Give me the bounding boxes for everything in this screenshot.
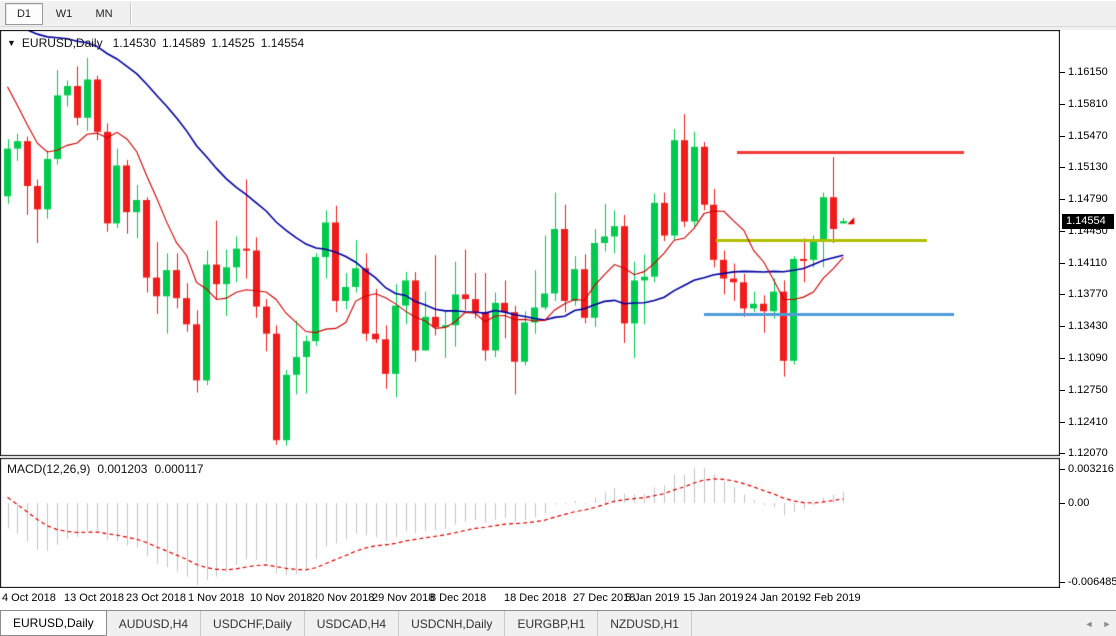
chart-symbol-label: EURUSD,Daily [21, 36, 103, 50]
axis-tick [1060, 230, 1065, 232]
axis-tick [1060, 357, 1065, 359]
date-axis-label: 20 Nov 2018 [312, 592, 375, 604]
price-axis-label: 1.13770 [1068, 288, 1108, 301]
price-axis-label: 1.12410 [1068, 415, 1108, 428]
date-axis-label: 13 Oct 2018 [64, 592, 124, 604]
price-axis-label: 1.14790 [1068, 193, 1108, 206]
current-price-badge: 1.14554 [1062, 214, 1114, 230]
tabbar-spacer [692, 611, 1080, 636]
axis-tick [1060, 389, 1065, 391]
macd-indicator-title: MACD(12,26,9) 0.001203 0.000117 [7, 462, 204, 476]
chart-canvas[interactable] [0, 30, 1060, 588]
chevron-down-icon[interactable]: ▼ [7, 38, 16, 48]
date-axis-label: 4 Oct 2018 [2, 592, 56, 604]
axis-tick [1060, 326, 1065, 328]
timeframe-toolbar: D1 W1 MN [0, 0, 1116, 27]
chart-tab-usdchf[interactable]: USDCHF,Daily [201, 611, 305, 636]
date-axis-label: 8 Dec 2018 [430, 592, 487, 604]
scroll-right-arrow-icon[interactable]: ► [1098, 611, 1116, 636]
date-axis-label: 23 Oct 2018 [126, 592, 186, 604]
chart-tab-usdcnh[interactable]: USDCNH,Daily [399, 611, 506, 636]
date-axis-label: 1 Nov 2018 [188, 592, 245, 604]
price-axis-label: 1.12750 [1068, 383, 1108, 396]
ohlc-open: 1.14530 [112, 36, 156, 50]
macd-axis-label: -0.006485 [1068, 576, 1116, 588]
chart-title: ▼ EURUSD,Daily 1.14530 1.14589 1.14525 1… [7, 36, 304, 50]
chart-tab-audusd[interactable]: AUDUSD,H4 [107, 611, 202, 636]
axis-tick [1060, 503, 1065, 504]
axis-tick [1060, 72, 1065, 73]
axis-tick [1060, 262, 1065, 264]
price-axis-label: 1.15810 [1068, 97, 1108, 110]
timeframe-button-w1[interactable]: W1 [45, 3, 83, 25]
axis-tick [1060, 199, 1065, 201]
timeframe-button-mn[interactable]: MN [85, 3, 123, 25]
ohlc-close: 1.14554 [260, 36, 305, 50]
date-axis-label: 24 Jan 2019 [745, 592, 806, 604]
date-axis-label: 18 Dec 2018 [504, 592, 567, 604]
price-axis-label: 1.14110 [1068, 256, 1107, 269]
axis-tick [1060, 582, 1065, 583]
macd-signal-value: 0.000117 [154, 462, 204, 476]
chart-tab-nzdusd[interactable]: NZDUSD,H1 [598, 611, 692, 636]
toolbar-separator [130, 2, 131, 25]
macd-label: MACD(12,26,9) [7, 462, 91, 476]
date-axis-label: 15 Jan 2019 [683, 592, 744, 604]
axis-tick [1060, 103, 1065, 105]
date-axis-label: 5 Jan 2019 [625, 592, 680, 604]
axis-tick [1060, 469, 1065, 470]
scroll-left-arrow-icon[interactable]: ◄ [1080, 611, 1098, 636]
axis-tick [1060, 135, 1065, 137]
timeframe-button-d1[interactable]: D1 [5, 2, 43, 25]
price-axis-label: 1.15470 [1068, 129, 1108, 142]
ohlc-high: 1.14589 [162, 36, 206, 50]
chart-tab-eurgbp[interactable]: EURGBP,H1 [505, 611, 599, 636]
macd-axis-label: 0.003216 [1068, 463, 1114, 475]
chart-tab-usdcad[interactable]: USDCAD,H4 [305, 611, 400, 636]
price-axis[interactable]: 1.14554 1.16150 1.15810 1.15470 1.15130 1.14… [1060, 30, 1116, 610]
date-axis-label: 29 Nov 2018 [372, 592, 435, 604]
chart-tab-eurusd[interactable]: EURUSD,Daily [0, 611, 107, 636]
axis-tick [1060, 294, 1065, 296]
price-axis-label: 1.12070 [1068, 447, 1108, 460]
macd-axis-label: 0.00 [1068, 497, 1090, 509]
mt4-window: { "toolbar": { "buttons": [ {"label":"D1… [0, 0, 1116, 636]
price-axis-label: 1.13430 [1068, 320, 1108, 333]
date-axis[interactable]: 4 Oct 2018 13 Oct 2018 23 Oct 2018 1 Nov 20… [0, 588, 1060, 610]
axis-tick [1060, 167, 1065, 169]
macd-value: 0.001203 [97, 462, 148, 476]
axis-tick [1060, 453, 1065, 455]
date-axis-label: 2 Feb 2019 [805, 592, 861, 604]
date-axis-label: 10 Nov 2018 [250, 592, 313, 604]
ohlc-low: 1.14525 [211, 36, 255, 50]
price-axis-label: 1.16150 [1068, 66, 1108, 78]
chart-tab-bar: EURUSD,Daily AUDUSD,H4 USDCHF,Daily USDCAD,… [0, 610, 1116, 636]
price-axis-label: 1.13090 [1068, 351, 1108, 364]
price-axis-label: 1.15130 [1068, 161, 1108, 174]
axis-tick [1060, 421, 1065, 423]
